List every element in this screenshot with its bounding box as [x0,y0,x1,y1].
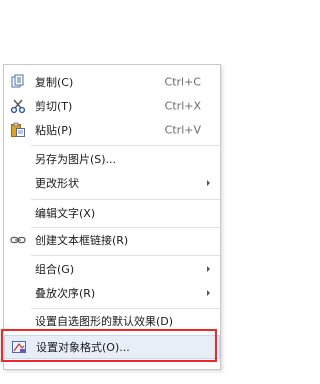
menu-item-create-textbox-link[interactable]: 创建文本框链接(R) [4,229,220,251]
menu-separator [31,255,220,256]
menu-item-order[interactable]: 叠放次序(R) [4,282,220,304]
menu-item-shortcut: Ctrl+V [164,123,201,137]
menu-item-format-object[interactable]: 设置对象格式(O)... [4,335,220,359]
menu-item-label: 编辑文字(X) [35,207,96,220]
menu-item-change-shape[interactable]: 更改形状 [4,172,220,194]
menu-item-save-as-picture[interactable]: 另存为图片(S)... [4,148,220,170]
menu-item-label: 创建文本框链接(R) [35,234,129,247]
menu-item-label: 剪切(T) [35,100,73,113]
menu-item-group[interactable]: 组合(G) [4,258,220,280]
menu-separator [31,199,220,200]
menu-item-edit-text[interactable]: 编辑文字(X) [4,202,220,224]
copy-icon [10,74,26,90]
submenu-arrow-icon [207,266,210,272]
menu-item-shortcut: Ctrl+C [164,75,201,89]
menu-item-copy[interactable]: 复制(C) Ctrl+C [4,71,220,93]
menu-separator [31,227,220,228]
context-menu: 复制(C) Ctrl+C 剪切(T) Ctrl+X 粘贴(P) Ctrl+V 另… [3,64,221,370]
menu-item-label: 粘贴(P) [35,124,73,137]
menu-item-label: 组合(G) [35,263,75,276]
menu-item-label: 复制(C) [35,76,74,89]
menu-item-set-default-effect[interactable]: 设置自选图形的默认效果(D) [4,310,220,332]
paste-icon [10,122,26,138]
menu-item-paste[interactable]: 粘贴(P) Ctrl+V [4,119,220,141]
link-icon [10,232,26,248]
menu-separator [31,308,220,309]
submenu-arrow-icon [207,180,210,186]
menu-item-label: 更改形状 [35,177,79,190]
scissors-icon [10,98,26,114]
menu-item-cut[interactable]: 剪切(T) Ctrl+X [4,95,220,117]
submenu-arrow-icon [207,290,210,296]
menu-item-label: 设置自选图形的默认效果(D) [35,315,174,328]
menu-item-label: 叠放次序(R) [35,287,96,300]
menu-item-shortcut: Ctrl+X [164,99,201,113]
menu-item-label: 设置对象格式(O)... [36,341,130,354]
menu-separator [31,145,220,146]
format-object-icon [11,339,27,355]
menu-item-label: 另存为图片(S)... [35,153,117,166]
